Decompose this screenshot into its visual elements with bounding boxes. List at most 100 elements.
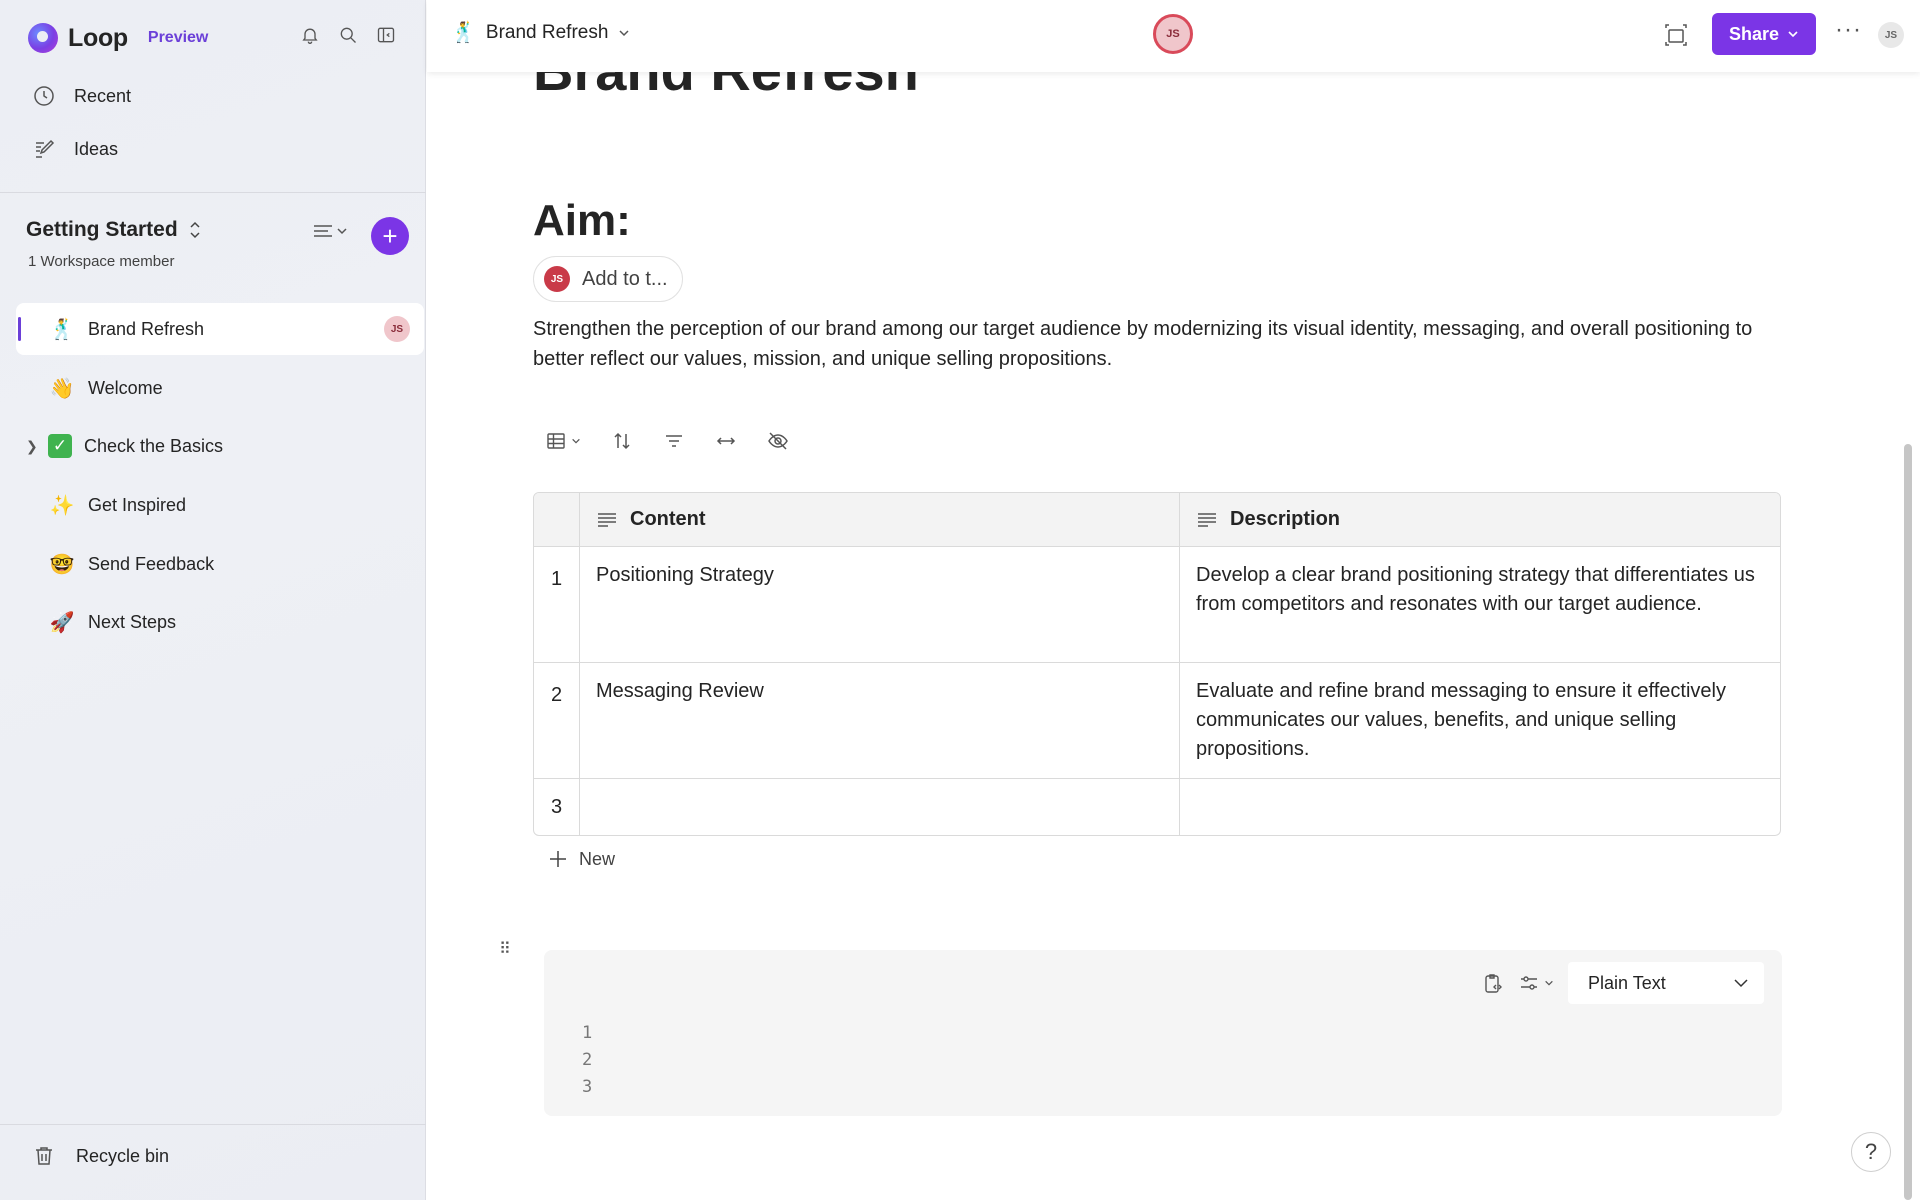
- language-select[interactable]: Plain Text: [1568, 962, 1764, 1004]
- aim-heading[interactable]: Aim:: [533, 196, 631, 246]
- loop-logo-icon: [28, 23, 58, 53]
- row-number: 2: [534, 663, 580, 778]
- table-row: 1 Positioning Strategy Develop a clear b…: [534, 547, 1780, 663]
- code-line-number: 3: [582, 1077, 593, 1097]
- column-header-content[interactable]: Content: [580, 493, 1180, 546]
- sparkles-icon: ✨: [49, 494, 75, 517]
- dancer-icon: 🕺: [451, 22, 476, 44]
- text-column-icon: [598, 512, 616, 527]
- dancer-icon: 🕺: [49, 318, 75, 341]
- page-label: Welcome: [88, 377, 163, 398]
- more-options-icon[interactable]: ···: [1835, 16, 1862, 44]
- column-header-description[interactable]: Description: [1180, 493, 1780, 546]
- table-row: 2 Messaging Review Evaluate and refine b…: [534, 663, 1780, 779]
- table-view-button[interactable]: [545, 430, 581, 452]
- clipboard-code-icon[interactable]: [1482, 972, 1504, 994]
- plus-icon: +: [382, 220, 398, 251]
- aim-paragraph[interactable]: Strengthen the perception of our brand a…: [533, 314, 1783, 374]
- grid-icon: [547, 433, 565, 449]
- chevron-right-icon[interactable]: ❯: [26, 438, 38, 455]
- page-label: Next Steps: [88, 611, 177, 632]
- code-settings-button[interactable]: [1518, 972, 1554, 994]
- recycle-bin-label: Recycle bin: [76, 1145, 170, 1166]
- new-row-label: New: [579, 848, 616, 869]
- nav-recent[interactable]: Recent: [32, 76, 131, 116]
- page-label: Send Feedback: [88, 553, 215, 574]
- page-label: Brand Refresh: [88, 318, 205, 339]
- breadcrumb[interactable]: 🕺 Brand Refresh: [451, 20, 630, 45]
- view-options-button[interactable]: [312, 222, 348, 240]
- new-row-button[interactable]: New: [547, 848, 615, 870]
- table-cell-description[interactable]: Develop a clear brand positioning strate…: [1180, 547, 1780, 662]
- check-box-icon: ✓: [48, 434, 72, 458]
- plus-icon: [550, 851, 566, 867]
- table-cell-description[interactable]: [1180, 779, 1780, 835]
- breadcrumb-label: Brand Refresh: [485, 21, 609, 43]
- table-cell-content[interactable]: [580, 779, 1180, 835]
- table-cell-content[interactable]: Positioning Strategy: [580, 547, 1180, 662]
- nerd-face-icon: 🤓: [49, 553, 75, 576]
- column-width-icon[interactable]: [715, 430, 737, 452]
- app-brand[interactable]: Loop Preview: [28, 20, 208, 56]
- clock-icon: [34, 86, 54, 106]
- text-column-icon: [1198, 512, 1216, 527]
- chevron-down-icon: [1545, 980, 1553, 986]
- filter-icon[interactable]: [663, 430, 685, 452]
- search-icon[interactable]: [338, 24, 358, 46]
- list-view-icon: [314, 225, 332, 237]
- chevron-down-icon: [572, 438, 580, 444]
- content-table: Content Description 1 Positioning Strate…: [533, 492, 1781, 836]
- workspace-switcher[interactable]: Getting Started: [26, 218, 202, 242]
- sidebar-page-send-feedback[interactable]: 🤓 Send Feedback: [16, 538, 424, 590]
- bell-icon[interactable]: [300, 24, 320, 46]
- avatar: JS: [384, 316, 410, 342]
- table-cell-description[interactable]: Evaluate and refine brand messaging to e…: [1180, 663, 1780, 778]
- language-select-value: Plain Text: [1588, 972, 1666, 993]
- add-to-task-chip[interactable]: JS Add to t...: [533, 256, 683, 302]
- nav-ideas-label: Ideas: [74, 138, 119, 159]
- sidebar-top-actions: [300, 24, 396, 46]
- help-button[interactable]: ?: [1851, 1132, 1891, 1172]
- sliders-icon: [1521, 976, 1537, 990]
- collapse-sidebar-icon[interactable]: [376, 24, 396, 46]
- sidebar-page-next-steps[interactable]: 🚀 Next Steps: [16, 596, 424, 648]
- sidebar-page-check-the-basics[interactable]: ❯ ✓ Check the Basics: [16, 420, 424, 472]
- updown-chevron-icon: [190, 221, 200, 239]
- workspace-members: 1 Workspace member: [28, 253, 175, 270]
- trash-icon: [36, 1147, 52, 1165]
- pencil-note-icon: [36, 139, 55, 158]
- share-label: Share: [1728, 23, 1780, 44]
- sidebar-page-welcome[interactable]: 👋 Welcome: [16, 362, 424, 414]
- sort-icon[interactable]: [611, 430, 633, 452]
- table-header-row: Content Description: [534, 493, 1780, 547]
- recycle-bin[interactable]: Recycle bin: [32, 1144, 169, 1168]
- add-page-button[interactable]: +: [371, 217, 409, 255]
- app-name: Loop: [68, 23, 128, 52]
- code-line-numbers: 1 2 3: [582, 1020, 592, 1101]
- collaborator-avatar[interactable]: JS: [1153, 14, 1193, 54]
- hide-eye-icon[interactable]: [767, 430, 789, 452]
- user-avatar[interactable]: JS: [1878, 22, 1904, 48]
- nav-ideas[interactable]: Ideas: [32, 129, 118, 169]
- code-line-number: 2: [582, 1050, 593, 1070]
- workspace-title: Getting Started: [26, 218, 178, 241]
- add-to-task-label: Add to t...: [582, 267, 668, 290]
- nav-recent-label: Recent: [74, 85, 132, 106]
- table-cell-content[interactable]: Messaging Review: [580, 663, 1180, 778]
- sidebar-page-get-inspired[interactable]: ✨ Get Inspired: [16, 479, 424, 531]
- chevron-down-icon: [619, 29, 629, 36]
- vertical-scrollbar[interactable]: [1904, 444, 1912, 1200]
- share-button[interactable]: Share: [1712, 13, 1816, 55]
- sidebar-page-brand-refresh[interactable]: 🕺 Brand Refresh JS: [16, 303, 424, 355]
- sidebar: Loop Preview Recent Ideas Getting Starte…: [0, 0, 426, 1200]
- page-label: Get Inspired: [88, 494, 187, 515]
- focus-mode-icon[interactable]: [1663, 22, 1689, 48]
- chevron-down-icon: [1734, 979, 1748, 988]
- table-toolbar: [545, 430, 789, 452]
- code-line-number: 1: [582, 1023, 593, 1043]
- code-block[interactable]: Plain Text 1 2 3: [544, 950, 1782, 1116]
- sidebar-divider: [0, 192, 426, 193]
- drag-handle-icon[interactable]: ⠿: [499, 942, 511, 958]
- column-header-label: Content: [630, 508, 706, 530]
- sidebar-divider: [0, 1124, 426, 1125]
